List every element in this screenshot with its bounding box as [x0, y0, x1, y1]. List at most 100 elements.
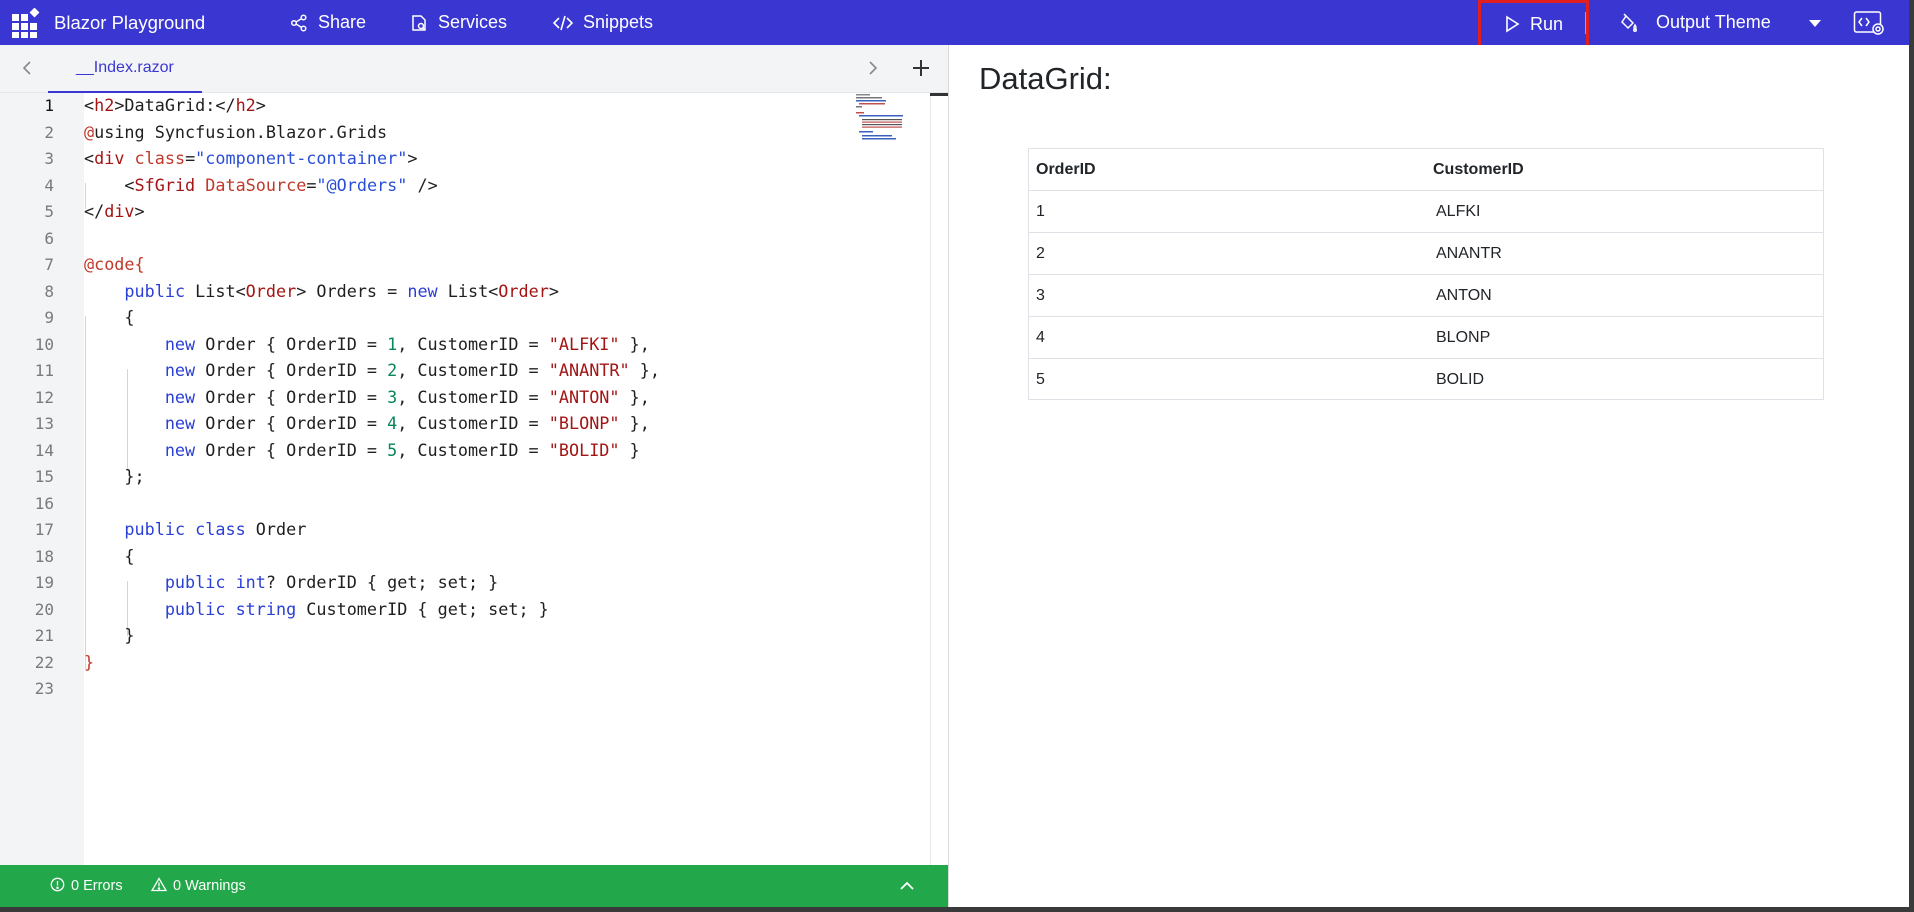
line-number: 6 — [44, 228, 54, 248]
line-number: 5 — [44, 202, 54, 221]
chevron-up-icon[interactable] — [897, 876, 917, 896]
play-icon — [1504, 15, 1520, 33]
run-button[interactable]: Run — [1478, 0, 1589, 48]
code-line: public class Order — [124, 519, 307, 539]
services-button[interactable]: Services — [410, 0, 507, 45]
code-line: { — [84, 307, 135, 327]
line-number: 23 — [34, 679, 54, 698]
warning-icon — [150, 876, 168, 896]
line-number: 17 — [34, 520, 54, 539]
snippets-label: Snippets — [583, 12, 654, 32]
line-number: 19 — [34, 573, 54, 592]
app-title: Blazor Playground — [54, 11, 206, 33]
grid-logo-icon[interactable] — [12, 0, 42, 45]
code-line: new Order { OrderID = 4, CustomerID = "B… — [164, 413, 650, 433]
tab-index-razor[interactable]: __Index.razor — [48, 45, 202, 93]
scroll-position-marker — [930, 93, 948, 96]
grid-cell: 1 — [1036, 203, 1045, 220]
errors-indicator[interactable]: 0 Errors — [50, 865, 123, 907]
line-number: 2 — [44, 122, 54, 142]
code-line: public List<Order> Orders = new List<Ord… — [124, 280, 559, 301]
line-number: 21 — [34, 626, 54, 645]
output-pane: DataGrid: OrderID CustomerID 1 ALFKI 2 A… — [949, 45, 1909, 907]
code-line: <SfGrid DataSource="@Orders" /> — [84, 174, 438, 195]
output-theme-button[interactable]: Output Theme — [1620, 0, 1771, 45]
table-row[interactable]: 2 ANANTR — [1029, 233, 1823, 275]
line-number: 15 — [34, 467, 54, 486]
code-line: } — [84, 625, 135, 645]
table-row[interactable]: 5 BOLID — [1029, 359, 1823, 401]
code-line: <div class="component-container"> — [84, 148, 418, 168]
code-line: @code{ — [84, 254, 145, 274]
output-heading: DataGrid: — [979, 61, 1112, 96]
share-label: Share — [318, 12, 367, 32]
code-line: <h2>DataGrid:</h2> — [84, 95, 266, 115]
grid-cell: ALFKI — [1436, 203, 1481, 220]
editor-scrollbar[interactable] — [930, 93, 948, 865]
grid-cell: 3 — [1036, 287, 1045, 304]
grid-cell: BOLID — [1436, 371, 1485, 388]
line-number: 1 — [44, 96, 54, 115]
paint-icon — [1620, 12, 1640, 33]
column-header-orderid[interactable]: OrderID — [1036, 149, 1096, 191]
line-number: 8 — [44, 281, 54, 301]
code-line: public string CustomerID { get; set; } — [164, 598, 549, 619]
services-icon — [410, 14, 428, 32]
code-line: </div> — [84, 201, 145, 221]
code-line: new Order { OrderID = 5, CustomerID = "B… — [164, 439, 640, 460]
snippets-button[interactable]: Snippets — [553, 0, 653, 45]
code-line: new Order { OrderID = 1, CustomerID = "A… — [164, 333, 650, 354]
line-number: 9 — [44, 308, 54, 327]
code-line: } — [84, 651, 95, 672]
line-number: 11 — [34, 361, 54, 380]
grid-header-row: OrderID CustomerID — [1029, 149, 1823, 191]
line-number: 12 — [34, 387, 54, 407]
editor-tabbar: __Index.razor — [0, 45, 948, 93]
code-line: new Order { OrderID = 2, CustomerID = "A… — [164, 360, 660, 380]
plus-icon[interactable] — [909, 56, 933, 80]
grid-cell: BLONP — [1436, 329, 1491, 346]
run-label: Run — [1529, 13, 1564, 34]
line-number: 22 — [34, 652, 54, 672]
line-number: 7 — [44, 255, 54, 274]
table-row[interactable]: 1 ALFKI — [1029, 191, 1823, 233]
grid-cell: ANTON — [1436, 287, 1492, 304]
chevron-right-icon[interactable] — [862, 57, 884, 79]
toolbar-divider — [1585, 12, 1586, 34]
code-line: }; — [84, 466, 145, 486]
code-icon — [553, 14, 573, 32]
line-number: 20 — [34, 599, 54, 619]
table-row[interactable]: 4 BLONP — [1029, 317, 1823, 359]
line-number: 16 — [34, 493, 54, 513]
grid-cell: ANANTR — [1436, 245, 1502, 262]
app-window: Blazor Playground Share Services Snippet… — [0, 0, 1909, 907]
line-number: 3 — [44, 149, 54, 168]
warnings-indicator[interactable]: 0 Warnings — [150, 865, 246, 907]
column-header-customerid[interactable]: CustomerID — [1433, 149, 1524, 191]
output-theme-label: Output Theme — [1656, 12, 1771, 32]
code-line: new Order { OrderID = 3, CustomerID = "A… — [164, 386, 650, 407]
line-number: 13 — [34, 414, 54, 433]
status-bar: 0 Errors 0 Warnings — [0, 865, 948, 907]
code-line: public int? OrderID { get; set; } — [164, 572, 499, 592]
code-line: @using Syncfusion.Blazor.Grids — [84, 121, 388, 142]
chevron-left-icon[interactable] — [16, 57, 38, 79]
settings-code-icon[interactable] — [1853, 0, 1885, 45]
data-grid: OrderID CustomerID 1 ALFKI 2 ANANTR 3 AN… — [1028, 148, 1824, 400]
warnings-label: 0 Warnings — [173, 878, 246, 894]
code-minimap[interactable] — [856, 93, 916, 153]
code-line: { — [84, 545, 135, 566]
code-editor[interactable]: 1 2 3 4 5 6 7 8 9 10 11 12 13 14 15 16 1… — [0, 93, 948, 865]
errors-label: 0 Errors — [71, 878, 123, 894]
grid-cell: 4 — [1036, 329, 1045, 346]
line-number: 4 — [44, 175, 54, 195]
line-number: 18 — [34, 546, 54, 566]
grid-cell: 2 — [1036, 245, 1045, 262]
code-lines[interactable]: <h2>DataGrid:</h2> @using Syncfusion.Bla… — [84, 93, 924, 865]
share-icon — [290, 13, 308, 32]
caret-down-icon[interactable] — [1808, 0, 1822, 45]
table-row[interactable]: 3 ANTON — [1029, 275, 1823, 317]
share-button[interactable]: Share — [290, 0, 366, 45]
line-number: 10 — [34, 334, 54, 354]
error-icon — [50, 877, 65, 896]
